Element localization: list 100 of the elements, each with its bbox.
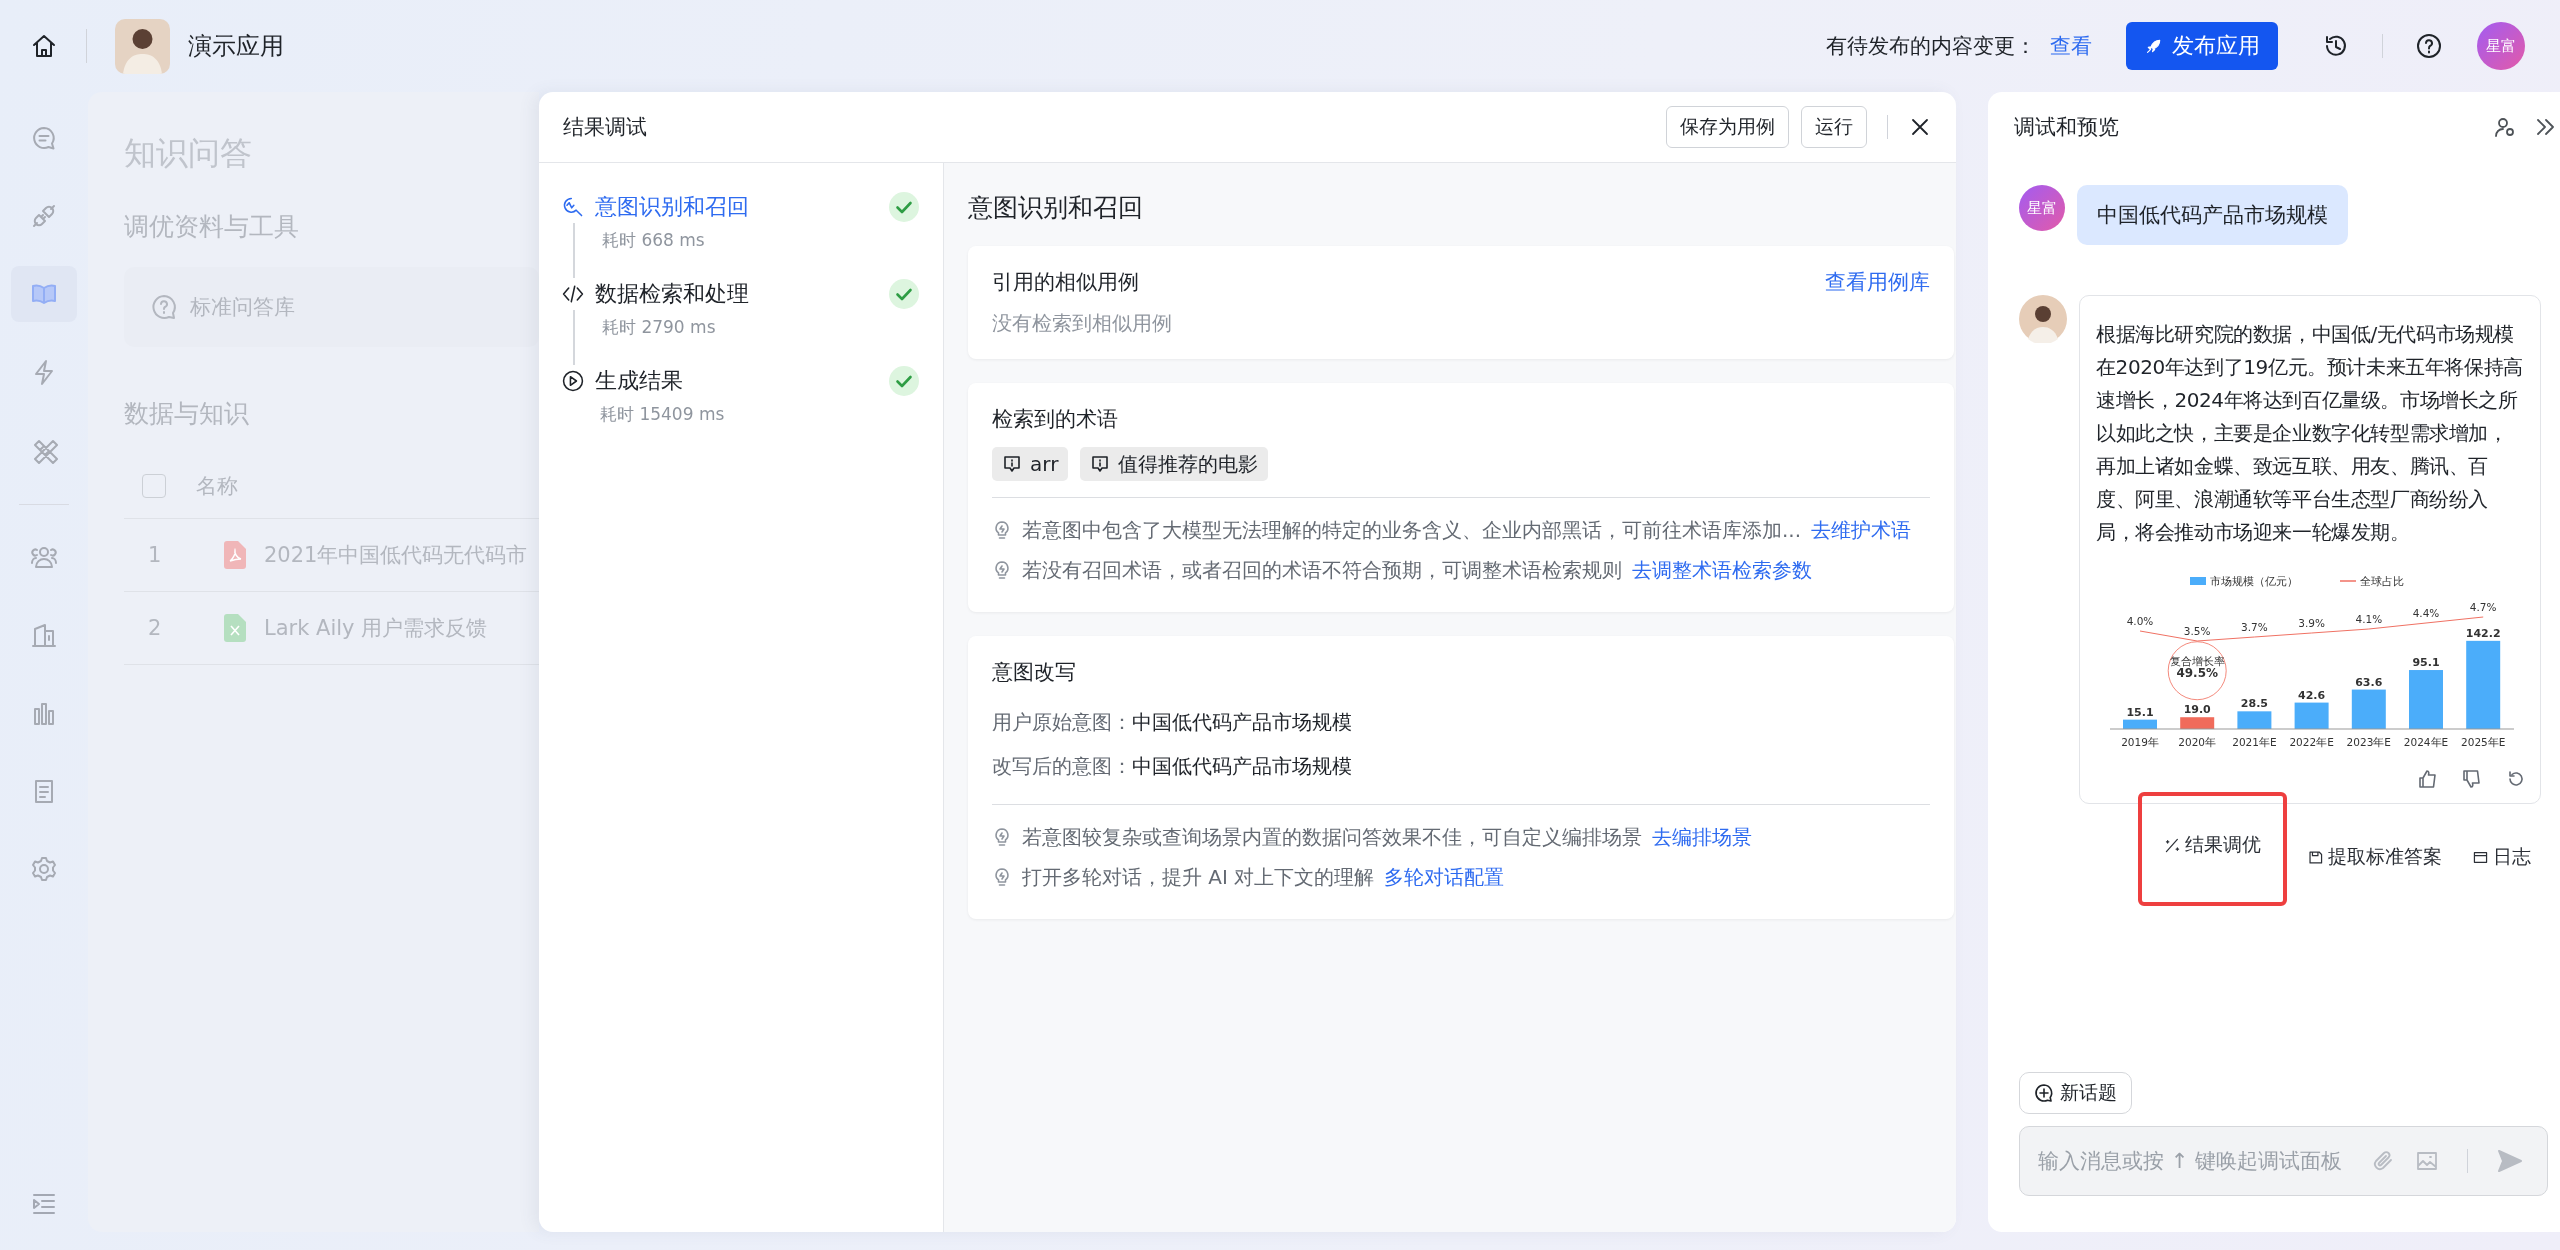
bar-value-label: 28.5 (2240, 697, 2268, 711)
bar-value-label: 42.6 (2298, 688, 2326, 702)
thumbs-down-icon[interactable] (2462, 769, 2482, 789)
chart-bar (2123, 719, 2157, 729)
app-avatar (115, 18, 170, 74)
line-value-label: 4.1% (2355, 613, 2383, 625)
section-heading: 数据与知识 (124, 398, 250, 430)
tip-text: 打开多轮对话，提升 AI 对上下文的理解 (1022, 863, 1375, 891)
legend-label: 全球占比 (2360, 575, 2404, 587)
column-header: 名称 (196, 473, 238, 500)
regenerate-icon[interactable] (2506, 769, 2526, 789)
bar-value-label: 63.6 (2355, 675, 2383, 689)
info-bubble-icon (1090, 454, 1111, 474)
answer-action[interactable]: 日志 (2462, 808, 2541, 906)
lightbulb-icon (992, 560, 1012, 580)
user-settings-icon[interactable] (2493, 115, 2517, 139)
term-tag[interactable]: arr (992, 447, 1069, 481)
line-value-label: 4.0% (2126, 615, 2154, 627)
row-number: 2 (147, 616, 163, 640)
dialog-button[interactable]: 保存为用例 (1666, 106, 1789, 148)
axis-label: 2023年E (2346, 736, 2391, 748)
chart-bar (2409, 670, 2443, 729)
section-title: 意图识别和召回 (968, 192, 1144, 224)
step-item[interactable]: 生成结果 (595, 366, 683, 396)
panel-title: 调试和预览 (2014, 114, 2119, 141)
axis-label: 2019年 (2121, 736, 2159, 748)
magnifier-wave-icon (561, 195, 585, 219)
field-label: 用户原始意图： (992, 708, 1132, 736)
card-title: 意图改写 (992, 659, 1076, 686)
magic-wand-icon (2164, 836, 2181, 854)
user-avatar[interactable]: 星富 (2477, 22, 2525, 70)
bar-value-label: 95.1 (2412, 656, 2440, 670)
chart-bar (2351, 689, 2386, 729)
line-value-label: 3.7% (2241, 621, 2268, 633)
callout-label: 复合增长率 (2169, 654, 2225, 667)
tip-text: 若意图较复杂或查询场景内置的数据问答效果不佳，可自定义编排场景 (1022, 823, 1642, 851)
user-avatar: 星富 (2019, 185, 2065, 231)
chart-bar (2294, 702, 2329, 729)
callout-label: 49.5% (2176, 665, 2218, 680)
axis-label: 2021年E (2232, 736, 2277, 748)
axis-label: 2024年E (2403, 736, 2449, 748)
thumbs-up-icon[interactable] (2418, 769, 2438, 789)
tip-link[interactable]: 去编排场景 (1652, 823, 1752, 851)
field-label: 改写后的意图： (992, 752, 1132, 780)
tip-link[interactable]: 去调整术语检索参数 (1632, 556, 1812, 584)
bar-value-label: 15.1 (2126, 705, 2154, 719)
publish-button[interactable]: 发布应用 (2126, 22, 2278, 70)
axis-label: 2022年E (2289, 736, 2334, 748)
step-duration: 耗时 668 ms (602, 230, 705, 250)
line-value-label: 4.7% (2469, 601, 2497, 613)
dialog-title: 结果调试 (563, 114, 647, 141)
home-icon[interactable] (30, 32, 58, 60)
lightbulb-icon (992, 867, 1012, 887)
field-value: 中国低代码产品市场规模 (1132, 752, 1352, 780)
save-icon (2307, 848, 2324, 866)
line-value-label: 4.4% (2412, 607, 2440, 619)
book-icon[interactable] (11, 266, 77, 322)
chart-bar (2180, 717, 2215, 729)
bar-value-label: 19.0 (2183, 703, 2211, 717)
view-link[interactable]: 查看 (2050, 32, 2092, 60)
image-icon[interactable] (2415, 1149, 2439, 1173)
term-tag[interactable]: 值得推荐的电影 (1080, 447, 1269, 481)
lightbulb-icon (992, 827, 1012, 847)
tip-text: 若意图中包含了大模型无法理解的特定的业务含义、企业内部黑话，可前往术语库添加... (1022, 516, 1802, 544)
send-icon[interactable] (2496, 1147, 2524, 1175)
card-link[interactable]: 查看用例库 (1825, 268, 1930, 296)
info-bubble-icon (1002, 454, 1022, 474)
bar-value-label: 142.2 (2465, 626, 2501, 640)
tip-link[interactable]: 多轮对话配置 (1384, 863, 1505, 891)
axis-label: 2020年 (2178, 736, 2217, 748)
chart-bar (2237, 711, 2272, 729)
line-value-label: 3.5% (2183, 625, 2211, 637)
card-title: 引用的相似用例 (992, 269, 1139, 296)
legend-label: 市场规模（亿元） (2210, 575, 2298, 587)
tip-text: 若没有召回术语，或者召回的术语不符合预期，可调整术语检索规则 (1022, 556, 1622, 584)
card-title: 检索到的术语 (992, 406, 1118, 433)
user-message: 中国低代码产品市场规模 (2077, 185, 2348, 245)
answer-action[interactable]: 提取标准答案 (2297, 808, 2452, 906)
step-item[interactable]: 意图识别和召回 (595, 192, 749, 222)
row-number: 1 (147, 543, 163, 567)
dialog-button[interactable]: 运行 (1801, 106, 1867, 148)
help-icon[interactable] (2415, 32, 2443, 60)
paperclip-icon[interactable] (2371, 1149, 2395, 1173)
section-heading: 调优资料与工具 (124, 211, 300, 243)
step-duration: 耗时 15409 ms (600, 404, 725, 424)
question-bubble-icon (150, 293, 178, 321)
step-item[interactable]: 数据检索和处理 (595, 279, 749, 309)
line-value-label: 3.9% (2298, 617, 2325, 629)
new-topic-button[interactable]: 新话题 (2019, 1072, 2132, 1114)
empty-message: 没有检索到相似用例 (992, 310, 1173, 337)
tip-link[interactable]: 去维护术语 (1811, 516, 1912, 544)
field-value: 中国低代码产品市场规模 (1132, 708, 1352, 736)
answer-action[interactable]: 结果调优 (2138, 792, 2287, 906)
callout-circle (2167, 641, 2227, 701)
add-chat-icon (2034, 1083, 2054, 1103)
app-name: 演示应用 (188, 31, 284, 62)
message-input[interactable]: 输入消息或按 ↑ 键唤起调试面板 (2019, 1126, 2548, 1196)
lightbulb-icon (992, 520, 1012, 540)
pending-changes-label: 有待发布的内容变更： (1826, 33, 2036, 60)
select-all-checkbox[interactable] (142, 474, 166, 498)
